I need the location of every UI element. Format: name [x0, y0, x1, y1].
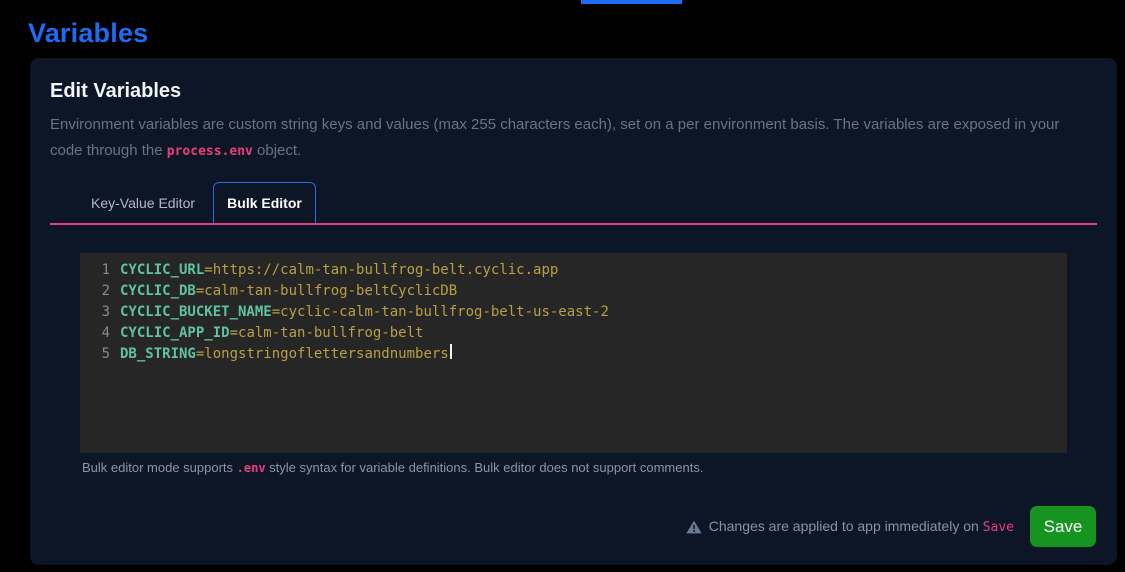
card-footer: Changes are applied to app immediately o… [686, 506, 1096, 547]
env-key: CYCLIC_DB [120, 281, 196, 302]
warning-save-code: Save [983, 520, 1014, 535]
card-heading: Edit Variables [50, 80, 1097, 103]
env-line: 5 DB_STRING=longstringoflettersandnumbers [88, 344, 1057, 365]
env-separator: = [204, 260, 212, 281]
line-number: 1 [88, 260, 110, 281]
warning-text-body: Changes are applied to app immediately o… [709, 518, 983, 534]
top-nav-active-tab-indicator [581, 0, 682, 4]
env-line: 3 CYCLIC_BUCKET_NAME=cyclic-calm-tan-bull… [88, 302, 1057, 323]
edit-variables-card: Edit Variables Environment variables are… [30, 58, 1117, 565]
env-separator: = [272, 302, 280, 323]
description-text-after: object. [253, 142, 301, 159]
env-value: calm-tan-bullfrog-beltCyclicDB [204, 281, 457, 302]
env-key: DB_STRING [120, 344, 196, 365]
line-number: 5 [88, 344, 110, 365]
env-line: 1 CYCLIC_URL=https://calm-tan-bullfrog-be… [88, 260, 1057, 281]
env-separator: = [196, 344, 204, 365]
bulk-editor-textarea[interactable]: 1CYCLIC_URL=https://calm-tan-bullfrog-be… [80, 253, 1067, 453]
env-syntax-code: .env [237, 461, 266, 475]
tab-bulk-editor[interactable]: Bulk Editor [213, 182, 316, 223]
line-number: 3 [88, 302, 110, 323]
env-line: 2 CYCLIC_DB=calm-tan-bullfrog-beltCyclicD… [88, 281, 1057, 302]
tab-key-value-editor[interactable]: Key-Value Editor [73, 182, 213, 223]
env-value: https://calm-tan-bullfrog-belt.cyclic.ap… [213, 260, 559, 281]
note-text: Bulk editor mode supports [82, 460, 237, 475]
line-number: 4 [88, 323, 110, 344]
env-separator: = [230, 323, 238, 344]
env-separator: = [196, 281, 204, 302]
env-value: longstringoflettersandnumbers [204, 344, 448, 365]
text-cursor [450, 344, 452, 359]
env-value: calm-tan-bullfrog-belt [238, 323, 423, 344]
card-description: Environment variables are custom string … [50, 112, 1092, 165]
bulk-editor-note: Bulk editor mode supports .env style syn… [82, 460, 1067, 475]
note-text-after: style syntax for variable definitions. B… [266, 460, 704, 475]
save-button[interactable]: Save [1030, 506, 1096, 547]
process-env-code: process.env [167, 144, 253, 159]
env-key: CYCLIC_URL [120, 260, 204, 281]
editor-tabs: Key-Value Editor Bulk Editor [50, 182, 1097, 225]
warning-icon [686, 520, 702, 534]
env-key: CYCLIC_APP_ID [120, 323, 230, 344]
env-key: CYCLIC_BUCKET_NAME [120, 302, 272, 323]
line-number: 2 [88, 281, 110, 302]
env-value: cyclic-calm-tan-bullfrog-belt-us-east-2 [280, 302, 609, 323]
env-line: 4 CYCLIC_APP_ID=calm-tan-bullfrog-belt [88, 323, 1057, 344]
page-title: Variables [28, 18, 148, 49]
save-warning: Changes are applied to app immediately o… [686, 518, 1014, 535]
warning-text: Changes are applied to app immediately o… [709, 518, 1014, 535]
